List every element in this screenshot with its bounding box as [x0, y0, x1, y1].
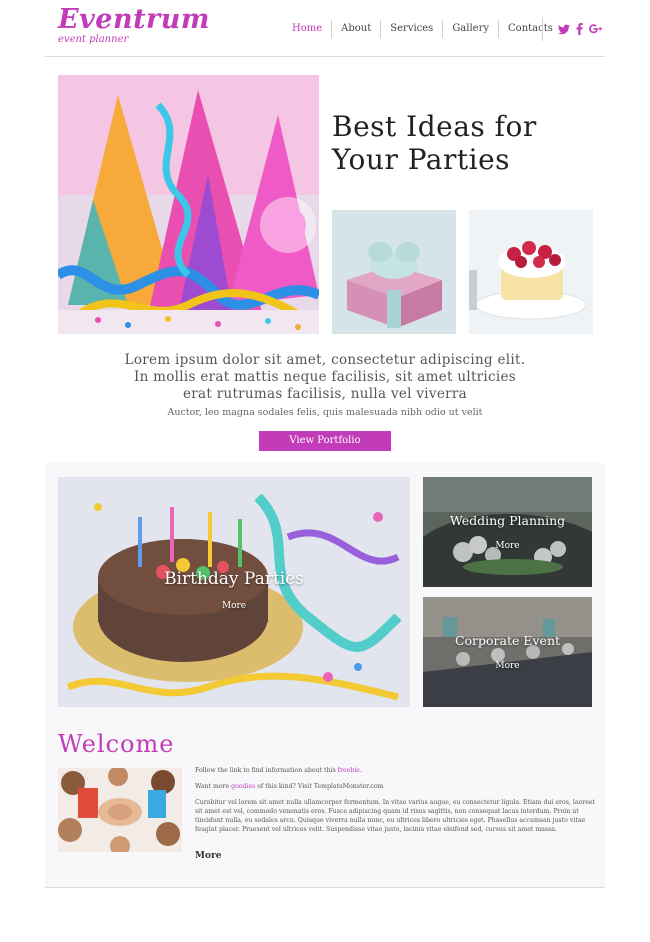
welcome-line-2: Want more goodies of this kind? Visit Te… — [195, 782, 595, 791]
nav-services[interactable]: Services — [380, 20, 442, 38]
intro-line-3: erat rutrumas facilisis, nulla vel viver… — [182, 386, 468, 402]
welcome-line-2-end: of this kind? Visit TemplateMonster.com — [255, 783, 384, 790]
corporate-card-title: Corporate Event — [454, 633, 561, 648]
welcome-line-1: Follow the link to find information abou… — [195, 766, 595, 775]
cupcake-image — [469, 210, 593, 334]
site-header: Eventrum event planner Home About Servic… — [45, 0, 605, 57]
intro-line-1: Lorem ipsum dolor sit amet, consectetur … — [124, 352, 526, 368]
hero-party-hats-image — [58, 75, 319, 334]
gallery-card-wedding[interactable]: Wedding Planning More — [423, 477, 592, 587]
goodies-link[interactable]: goodies — [231, 783, 255, 790]
nav-gallery[interactable]: Gallery — [442, 20, 498, 38]
nav-about[interactable]: About — [331, 20, 380, 38]
welcome-body: Curabitur vel lorem sit amet nulla ullam… — [195, 799, 596, 833]
gallery-card-corporate[interactable]: Corporate Event More — [423, 597, 592, 707]
main-nav: Home About Services Gallery Contacts — [283, 20, 562, 38]
welcome-team-hands-image — [58, 768, 182, 852]
facebook-icon[interactable] — [576, 23, 583, 35]
freebie-link[interactable]: freebie — [338, 767, 360, 774]
twitter-icon[interactable] — [558, 24, 570, 35]
intro-line-2: In mollis erat mattis neque facilisis, s… — [133, 369, 517, 385]
welcome-line-1-end: . — [359, 767, 362, 774]
birthday-card-more-link[interactable]: More — [58, 601, 410, 611]
hero-title: Best Ideas for Your Parties — [332, 110, 602, 176]
wedding-card-more-link[interactable]: More — [423, 541, 592, 551]
google-plus-icon[interactable] — [589, 23, 603, 35]
welcome-line-2-text: Want more — [195, 783, 232, 790]
nav-home[interactable]: Home — [283, 20, 331, 38]
gallery-card-birthday[interactable]: Birthday Parties More — [58, 477, 410, 707]
gift-box-image — [332, 210, 456, 334]
logo[interactable]: Eventrum event planner — [58, 4, 210, 45]
welcome-heading: Welcome — [58, 730, 175, 758]
logo-title: Eventrum — [58, 4, 210, 35]
birthday-card-title: Birthday Parties — [164, 569, 304, 589]
welcome-line-1-text: Follow the link to find information abou… — [195, 767, 338, 774]
wedding-card-title: Wedding Planning — [449, 513, 566, 528]
hero-title-line-1: Best Ideas for — [332, 110, 537, 143]
intro-subtext: Auctor, leo magna sodales felis, quis ma… — [167, 407, 483, 418]
view-portfolio-button[interactable]: View Portfolio — [259, 431, 391, 451]
intro-text: Lorem ipsum dolor sit amet, consectetur … — [58, 352, 592, 418]
social-links — [542, 17, 603, 41]
hero-title-line-2: Your Parties — [332, 143, 511, 176]
corporate-card-more-link[interactable]: More — [423, 661, 592, 671]
welcome-text: Follow the link to find information abou… — [195, 766, 595, 841]
welcome-more-link[interactable]: More — [195, 851, 221, 861]
